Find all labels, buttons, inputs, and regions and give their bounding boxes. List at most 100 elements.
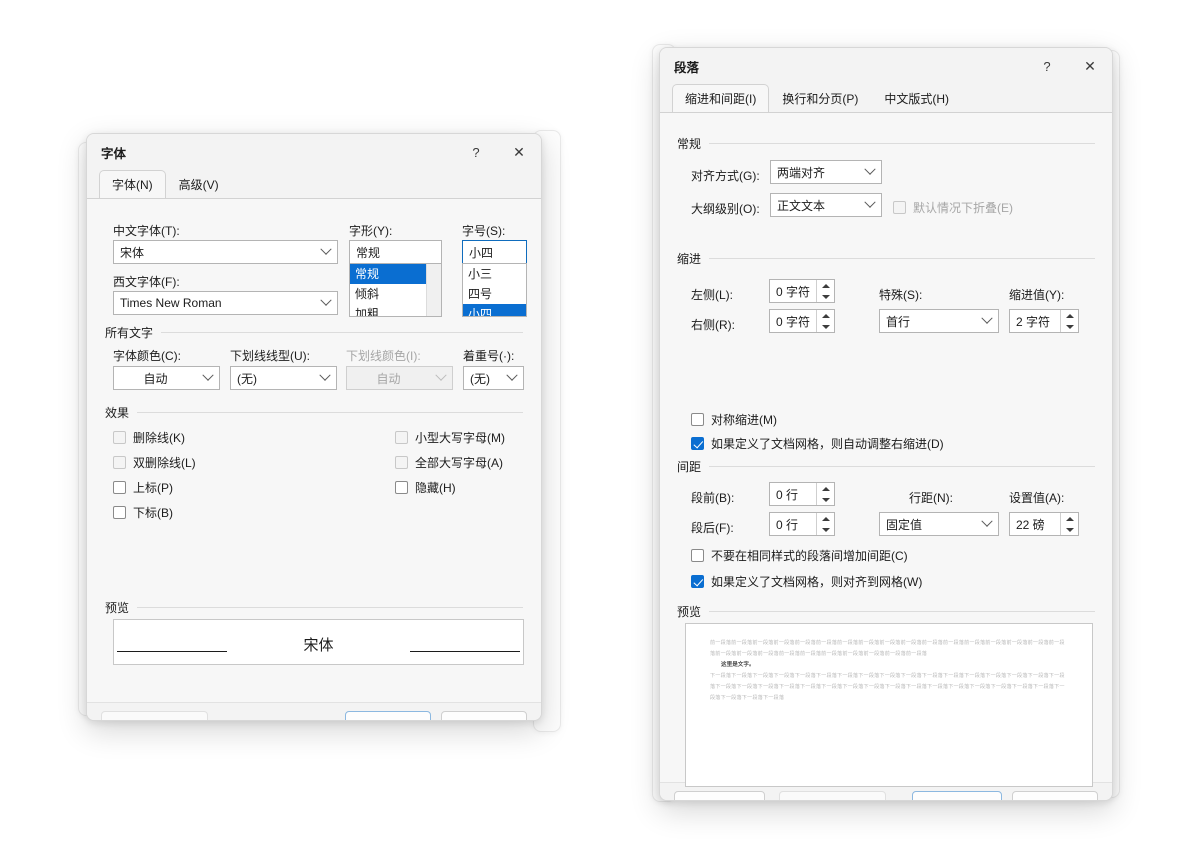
checkbox-strikethrough[interactable]: 删除线(K) [113,429,185,446]
cancel-button[interactable]: 取消 [1012,791,1098,801]
stepper-up-icon[interactable] [1061,310,1078,321]
ok-button[interactable]: 确定 [345,711,431,721]
stepper-down-icon[interactable] [817,291,834,302]
divider [137,412,523,413]
checkbox-small-caps[interactable]: 小型大写字母(M) [395,429,505,446]
checkbox-box [113,456,126,469]
indent-right-label: 右侧(R): [691,316,735,333]
divider [137,607,523,608]
tab-line-and-page-breaks[interactable]: 换行和分页(P) [769,84,871,113]
font-style-input[interactable]: 常规 [349,240,442,264]
divider [161,332,523,333]
special-combo[interactable]: 首行 [879,309,999,333]
paragraph-dialog-tabstrip: 缩进和间距(I) 换行和分页(P) 中文版式(H) [660,84,1112,112]
latin-font-label: 西文字体(F): [113,273,180,290]
list-item[interactable]: 常规 [350,264,427,284]
stepper-up-icon[interactable] [817,483,834,494]
checkbox-snap-to-grid[interactable]: 如果定义了文档网格，则对齐到网格(W) [691,573,922,590]
paragraph-preview-group-header: 预览 [677,603,1095,620]
font-style-scrollbar[interactable] [426,264,441,316]
font-dialog-title: 字体 [101,143,455,162]
chinese-font-combo[interactable]: 宋体 [113,240,338,264]
list-item[interactable]: 四号 [463,284,526,304]
checkbox-all-caps[interactable]: 全部大写字母(A) [395,454,503,471]
checkbox-box [113,481,126,494]
stepper-down-icon[interactable] [817,494,834,505]
indent-by-stepper[interactable]: 2 字符 [1009,309,1079,333]
stepper-up-icon[interactable] [817,513,834,524]
preview-before-text: 前一段落前一段落前一段落前一段落前一段落前一段落前一段落前一段落前一段落前一段落… [710,638,1068,660]
outline-level-combo[interactable]: 正文文本 [770,193,882,217]
tab-advanced[interactable]: 高级(V) [166,170,232,199]
preview-group-header: 预览 [105,599,523,616]
checkbox-label: 上标(P) [133,479,173,496]
effects-group-header: 效果 [105,404,523,421]
stepper-arrows[interactable] [1060,513,1078,535]
cancel-button[interactable]: 取消 [441,711,527,721]
tabs-button[interactable]: 制表位(T)... [674,791,765,801]
help-icon[interactable]: ? [1026,49,1068,83]
alignment-combo[interactable]: 两端对齐 [770,160,882,184]
checkbox-collapsed-by-default[interactable]: 默认情况下折叠(E) [893,199,1013,216]
paragraph-dialog: 段落 ? ✕ 缩进和间距(I) 换行和分页(P) 中文版式(H) 常规 对齐方式… [659,47,1113,801]
checkbox-no-space-same-style[interactable]: 不要在相同样式的段落间增加间距(C) [691,547,908,564]
space-before-stepper[interactable]: 0 行 [769,482,835,506]
help-icon[interactable]: ? [455,135,497,169]
indent-right-stepper[interactable]: 0 字符 [769,309,835,333]
checkbox-hidden[interactable]: 隐藏(H) [395,479,456,496]
stepper-down-icon[interactable] [817,524,834,535]
checkbox-subscript[interactable]: 下标(B) [113,504,173,521]
list-item[interactable]: 小三 [463,264,526,284]
underline-color-combo[interactable]: 自动 [346,366,453,390]
line-spacing-combo[interactable]: 固定值 [879,512,999,536]
font-size-input[interactable]: 小四 [462,240,527,264]
close-icon[interactable]: ✕ [1068,49,1112,83]
preview-body-text: 这里是文字。 [710,660,1068,671]
checkbox-mirror-indents[interactable]: 对称缩进(M) [691,411,777,428]
font-dialog-footer: 设为默认值(D) 确定 取消 [87,702,541,721]
stepper-down-icon[interactable] [1061,524,1078,535]
set-default-button[interactable]: 设为默认值(D) [779,791,886,801]
latin-font-combo[interactable]: Times New Roman [113,291,338,315]
ok-button[interactable]: 确定 [912,791,1002,801]
list-item[interactable]: 加粗 [350,304,427,317]
space-after-stepper[interactable]: 0 行 [769,512,835,536]
checkbox-box [395,456,408,469]
underline-style-combo[interactable]: (无) [230,366,337,390]
tab-font[interactable]: 字体(N) [99,170,166,199]
stepper-up-icon[interactable] [1061,513,1078,524]
stepper-arrows[interactable] [1060,310,1078,332]
stepper-down-icon[interactable] [817,321,834,332]
line-spacing-at-label: 设置值(A): [1009,489,1064,506]
stepper-up-icon[interactable] [817,310,834,321]
tab-indents-and-spacing[interactable]: 缩进和间距(I) [672,84,769,113]
checkbox-auto-adjust-right-indent[interactable]: 如果定义了文档网格，则自动调整右缩进(D) [691,435,944,452]
underline-color-value: 自动 [347,370,430,387]
list-item[interactable]: 小四 [463,304,526,317]
checkbox-box [691,437,704,450]
indent-left-label: 左侧(L): [691,286,733,303]
font-size-listbox[interactable]: 小三 四号 小四 [462,263,527,317]
font-color-value: 自动 [114,370,197,387]
space-before-value: 0 行 [770,483,816,505]
checkbox-double-strikethrough[interactable]: 双删除线(L) [113,454,196,471]
line-spacing-at-stepper[interactable]: 22 磅 [1009,512,1079,536]
stepper-arrows[interactable] [816,310,834,332]
font-color-combo[interactable]: 自动 [113,366,220,390]
checkbox-box [395,431,408,444]
checkbox-superscript[interactable]: 上标(P) [113,479,173,496]
indent-group-header: 缩进 [677,250,1095,267]
font-style-listbox[interactable]: 常规 倾斜 加粗 [349,263,442,317]
indent-left-stepper[interactable]: 0 字符 [769,279,835,303]
list-item[interactable]: 倾斜 [350,284,427,304]
stepper-arrows[interactable] [816,280,834,302]
close-icon[interactable]: ✕ [497,135,541,169]
preview-group-label: 预览 [105,599,129,616]
emphasis-mark-combo[interactable]: (无) [463,366,524,390]
set-default-button[interactable]: 设为默认值(D) [101,711,208,721]
stepper-up-icon[interactable] [817,280,834,291]
stepper-arrows[interactable] [816,483,834,505]
stepper-arrows[interactable] [816,513,834,535]
tab-chinese-typography[interactable]: 中文版式(H) [871,84,962,113]
stepper-down-icon[interactable] [1061,321,1078,332]
